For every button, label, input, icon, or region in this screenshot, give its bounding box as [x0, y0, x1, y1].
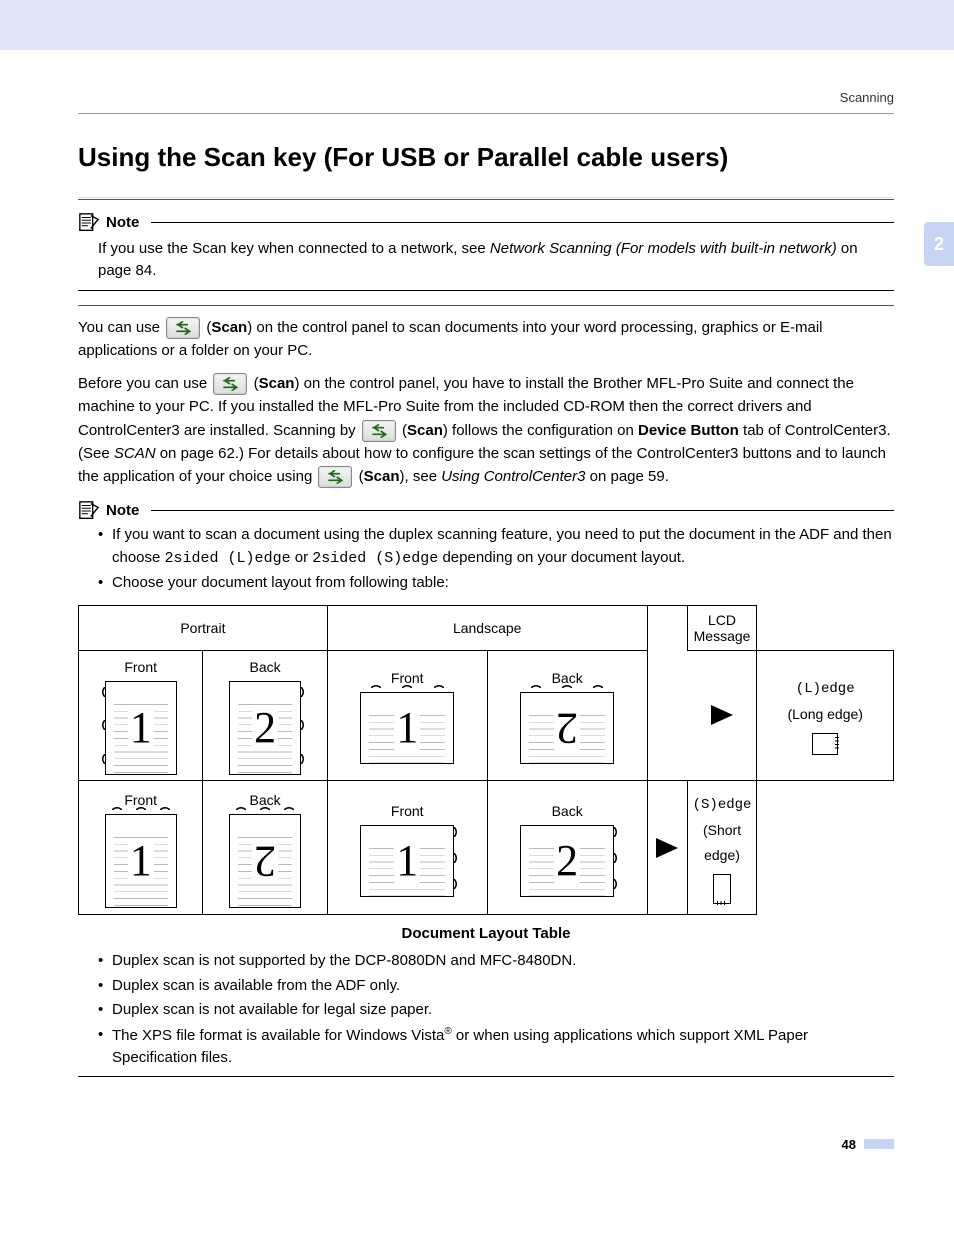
scan-icon: [362, 420, 396, 442]
cell-landscape-front-1: Front 1: [327, 650, 487, 780]
bullets-bottom: Duplex scan is not supported by the DCP-…: [98, 950, 894, 1070]
cell-portrait-back-2: Back 2: [203, 780, 327, 915]
footer-bar: [864, 1139, 894, 1149]
list-item: If you want to scan a document using the…: [98, 524, 894, 570]
cell-landscape-front-2: Front 1: [327, 780, 487, 915]
page-footer: 48: [78, 1137, 894, 1152]
scan-icon: [166, 317, 200, 339]
paragraph-2: Before you can use (Scan) on the control…: [78, 372, 894, 488]
list-item: Duplex scan is available from the ADF on…: [98, 975, 894, 998]
cell-portrait-front-1: Front 1: [79, 650, 203, 780]
note2-list: If you want to scan a document using the…: [98, 524, 894, 595]
arrow-right-icon: [656, 838, 678, 858]
th-landscape: Landscape: [327, 605, 647, 650]
link-network-scanning[interactable]: Network Scanning (For models with built-…: [490, 240, 837, 257]
title-rule: [78, 197, 894, 200]
note-icon: [78, 500, 100, 520]
lcd-sedge: (S)edge (Short edge): [687, 780, 757, 915]
scan-icon: [318, 466, 352, 488]
spacer: [647, 605, 687, 780]
note-label: Note: [106, 502, 139, 519]
page-number: 48: [842, 1137, 856, 1152]
list-item: Choose your document layout from followi…: [98, 572, 894, 595]
top-band: [0, 0, 954, 50]
note-block-1: Note If you use the Scan key when connec…: [78, 212, 894, 291]
arrow-cell: [647, 780, 687, 915]
th-lcd: LCD Message: [687, 605, 757, 650]
section-rule: [78, 305, 894, 306]
cell-landscape-back-2: Back 2: [487, 780, 647, 915]
cell-landscape-back-1: Back 2: [487, 650, 647, 780]
paragraph-1: You can use (Scan) on the control panel …: [78, 316, 894, 363]
note-block-2: Note If you want to scan a document usin…: [78, 500, 894, 1077]
note-body-1: If you use the Scan key when connected t…: [98, 238, 894, 282]
page-title: Using the Scan key (For USB or Parallel …: [78, 142, 894, 173]
section-header: Scanning: [78, 90, 894, 105]
long-edge-icon: [812, 733, 838, 755]
list-item: Duplex scan is not available for legal s…: [98, 999, 894, 1022]
cell-portrait-front-2: Front 1: [79, 780, 203, 915]
note-rule: [151, 510, 894, 511]
note-label: Note: [106, 214, 139, 231]
th-portrait: Portrait: [79, 605, 328, 650]
note-end-rule: [78, 1076, 894, 1077]
lcd-ledge: (L)edge (Long edge): [757, 650, 894, 780]
header-rule: [78, 113, 894, 114]
link-scan[interactable]: SCAN: [114, 445, 156, 462]
short-edge-icon: [713, 874, 731, 904]
note-icon: [78, 212, 100, 232]
cell-portrait-back-1: Back 2: [203, 650, 327, 780]
table-caption: Document Layout Table: [78, 925, 894, 942]
document-layout-table: Portrait Landscape LCD Message Front 1 B…: [78, 605, 894, 916]
link-controlcenter3[interactable]: Using ControlCenter3: [441, 468, 585, 485]
note-rule: [151, 222, 894, 223]
list-item: The XPS file format is available for Win…: [98, 1024, 894, 1070]
list-item: Duplex scan is not supported by the DCP-…: [98, 950, 894, 973]
arrow-right-icon: [711, 705, 733, 725]
scan-icon: [213, 373, 247, 395]
note-end-rule: [78, 290, 894, 291]
arrow-cell: [687, 650, 757, 780]
